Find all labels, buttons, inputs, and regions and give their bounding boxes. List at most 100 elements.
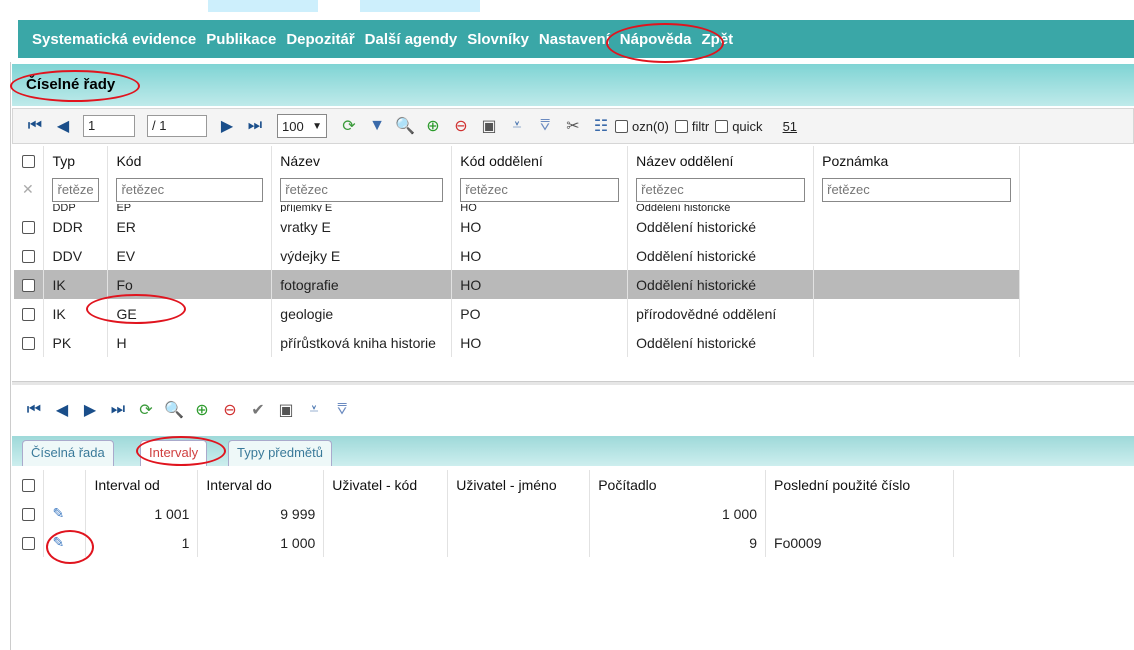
menu-slovniky[interactable]: Slovníky: [467, 31, 529, 48]
filter-kod-oddeleni-input[interactable]: [460, 177, 620, 202]
sort-clear-icon[interactable]: ⩢: [531, 112, 559, 140]
column-header[interactable]: Typ: [43, 146, 109, 175]
cell-kod-oddeleni: HO: [451, 270, 629, 299]
cell-posledni-cislo: Fo0009: [765, 528, 954, 557]
column-header[interactable]: Kód oddělení: [451, 146, 629, 175]
first-record-icon[interactable]: ⏮: [20, 396, 48, 424]
select-all-cell[interactable]: [14, 146, 45, 175]
detail-tabs: Číselná řada Intervaly Typy předmětů: [12, 436, 1134, 466]
edit-pencil-icon[interactable]: ✎: [43, 499, 87, 528]
row-checkbox[interactable]: [22, 250, 35, 264]
refresh-icon[interactable]: ⟳: [132, 396, 160, 424]
remove-icon[interactable]: ⊖: [216, 396, 244, 424]
refresh-icon[interactable]: ⟳: [335, 112, 363, 140]
menu-dalsi-agendy[interactable]: Další agendy: [365, 31, 458, 48]
columns-icon[interactable]: ☷: [587, 112, 615, 140]
column-header[interactable]: Název: [271, 146, 453, 175]
cell-typ: DDP: [43, 204, 109, 212]
menu-nastaveni[interactable]: Nastavení: [539, 31, 610, 48]
prev-record-icon[interactable]: ◀: [48, 396, 76, 424]
top-highlight: [360, 0, 480, 12]
sort-icon[interactable]: ⩡: [300, 396, 328, 424]
table-row[interactable]: IK GE geologie PO přírodovědné oddělení: [14, 299, 1020, 328]
remove-icon[interactable]: ⊖: [447, 112, 475, 140]
menu-systematicka-evidence[interactable]: Systematická evidence: [32, 31, 196, 48]
prev-page-icon[interactable]: ◀: [49, 112, 77, 140]
row-checkbox[interactable]: [22, 279, 35, 293]
cell-kod-oddeleni: HO: [451, 212, 629, 241]
print-icon[interactable]: ▣: [475, 112, 503, 140]
row-checkbox[interactable]: [22, 537, 35, 551]
column-header[interactable]: Počítadlo: [589, 470, 767, 499]
page-size-select[interactable]: 100 ▼: [277, 114, 327, 138]
cell-nazev: geologie: [271, 299, 453, 328]
filter-kod-input[interactable]: [116, 177, 264, 202]
menu-publikace[interactable]: Publikace: [206, 31, 276, 48]
clear-filter-icon[interactable]: ✕: [14, 175, 45, 204]
select-all-checkbox[interactable]: [22, 479, 35, 493]
cell-nazev-oddeleni: Oddělení historické: [627, 212, 815, 241]
confirm-icon[interactable]: ✔: [244, 396, 272, 424]
column-header[interactable]: Název oddělení: [627, 146, 815, 175]
ozn-checkbox[interactable]: [615, 119, 628, 133]
table-row[interactable]: PK H přírůstková kniha historie HO Odděl…: [14, 328, 1020, 357]
column-header[interactable]: Interval od: [85, 470, 199, 499]
quick-label: quick: [732, 118, 763, 134]
column-header[interactable]: Poznámka: [813, 146, 1020, 175]
table-row[interactable]: DDV EV výdejky E HO Oddělení historické: [14, 241, 1020, 270]
tab-ciselna-rada[interactable]: Číselná řada: [22, 440, 114, 466]
cell-interval-do: 9 999: [197, 499, 325, 528]
quick-checkbox[interactable]: [715, 119, 729, 133]
filter-nazev-input[interactable]: [280, 177, 444, 202]
column-header[interactable]: Uživatel - jméno: [447, 470, 591, 499]
search-icon[interactable]: 🔍: [391, 112, 419, 140]
edit-pencil-icon[interactable]: ✎: [43, 528, 87, 557]
last-record-icon[interactable]: ⏭: [104, 396, 132, 424]
table-row-selected[interactable]: IK Fo fotografie HO Oddělení historické: [14, 270, 1020, 299]
column-header[interactable]: Interval do: [197, 470, 325, 499]
menu-depozitar[interactable]: Depozitář: [286, 31, 354, 48]
tab-typy-predmetu[interactable]: Typy předmětů: [228, 440, 332, 466]
column-header[interactable]: Kód: [107, 146, 273, 175]
table-row[interactable]: ✎ 1 1 000 9 Fo0009: [14, 528, 954, 557]
select-all-checkbox[interactable]: [22, 155, 35, 169]
print-icon[interactable]: ▣: [272, 396, 300, 424]
cell-typ: IK: [43, 270, 109, 299]
add-icon[interactable]: ⊕: [419, 112, 447, 140]
filtr-checkbox[interactable]: [674, 119, 688, 133]
left-border: [10, 62, 11, 650]
menu-napoveda[interactable]: Nápověda: [620, 31, 692, 48]
filter-poznamka-input[interactable]: [822, 177, 1011, 202]
row-checkbox[interactable]: [22, 308, 35, 322]
row-checkbox[interactable]: [22, 221, 35, 235]
row-checkbox[interactable]: [22, 508, 35, 522]
table-row[interactable]: DDR ER vratky E HO Oddělení historické: [14, 212, 1020, 241]
filter-icon[interactable]: ▼: [363, 112, 391, 140]
sort-clear-icon[interactable]: ⩢: [328, 396, 356, 424]
cell-poznamka: [813, 241, 1020, 270]
search-icon[interactable]: 🔍: [160, 396, 188, 424]
column-header[interactable]: Poslední použité číslo: [765, 470, 954, 499]
record-count-link[interactable]: 51: [783, 119, 797, 134]
menu-zpet[interactable]: Zpět: [702, 31, 734, 48]
table-row[interactable]: ✎ 1 001 9 999 1 000: [14, 499, 954, 528]
cell-kod-oddeleni: PO: [451, 299, 629, 328]
add-icon[interactable]: ⊕: [188, 396, 216, 424]
filter-nazev-oddeleni-input[interactable]: [636, 177, 806, 202]
page-input[interactable]: 1: [83, 115, 135, 137]
tab-intervaly[interactable]: Intervaly: [140, 440, 208, 466]
table-row-partial[interactable]: DDP EP příjemky E HO Oddělení historické: [14, 204, 1020, 212]
cell-nazev: výdejky E: [271, 241, 453, 270]
last-page-icon[interactable]: ⏭: [241, 112, 269, 140]
filter-typ-input[interactable]: [52, 177, 100, 202]
row-checkbox[interactable]: [22, 337, 35, 351]
page-count: / 1: [147, 115, 207, 137]
panel-splitter[interactable]: [12, 381, 1134, 385]
next-page-icon[interactable]: ▶: [213, 112, 241, 140]
next-record-icon[interactable]: ▶: [76, 396, 104, 424]
first-page-icon[interactable]: ⏮: [21, 112, 49, 140]
sort-icon[interactable]: ⩡: [503, 112, 531, 140]
cell-typ: IK: [43, 299, 109, 328]
scissors-icon[interactable]: ✂: [559, 112, 587, 140]
column-header[interactable]: Uživatel - kód: [323, 470, 449, 499]
